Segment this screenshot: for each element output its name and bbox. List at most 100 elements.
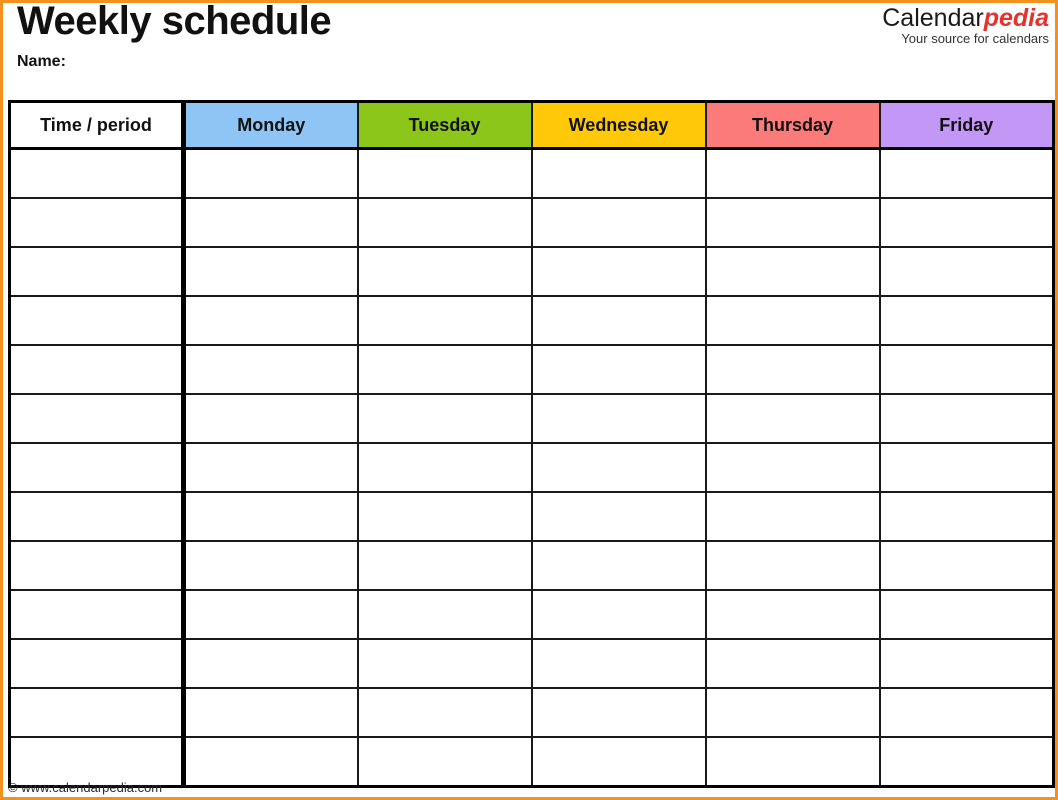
schedule-cell-tuesday[interactable]: [356, 197, 533, 248]
schedule-cell-tuesday[interactable]: [356, 295, 533, 346]
schedule-cell-tuesday[interactable]: [356, 246, 533, 297]
schedule-cell-thursday[interactable]: [704, 589, 881, 640]
schedule-cell-friday[interactable]: [878, 246, 1055, 297]
schedule-cell-tuesday[interactable]: [356, 442, 533, 493]
schedule-cell-monday[interactable]: [182, 147, 359, 199]
schedule-cell-monday[interactable]: [182, 344, 359, 395]
schedule-cell-wednesday[interactable]: [530, 393, 707, 444]
schedule-cell-wednesday[interactable]: [530, 295, 707, 346]
weekly-schedule-page: Weekly schedule Name: Calendarpedia Your…: [0, 0, 1058, 800]
schedule-cell-monday[interactable]: [182, 491, 359, 542]
time-period-cell[interactable]: [8, 687, 186, 738]
schedule-cell-tuesday[interactable]: [356, 589, 533, 640]
schedule-cell-tuesday[interactable]: [356, 540, 533, 591]
schedule-cell-monday[interactable]: [182, 442, 359, 493]
time-period-cell[interactable]: [8, 393, 186, 444]
schedule-cell-friday[interactable]: [878, 295, 1055, 346]
schedule-cell-tuesday[interactable]: [356, 344, 533, 395]
schedule-cell-thursday[interactable]: [704, 295, 881, 346]
schedule-cell-monday[interactable]: [182, 393, 359, 444]
schedule-cell-wednesday[interactable]: [530, 638, 707, 689]
schedule-cell-thursday[interactable]: [704, 344, 881, 395]
time-period-cell[interactable]: [8, 344, 186, 395]
schedule-cell-friday[interactable]: [878, 540, 1055, 591]
schedule-cell-monday[interactable]: [182, 638, 359, 689]
schedule-cell-friday[interactable]: [878, 736, 1055, 788]
schedule-cell-tuesday[interactable]: [356, 736, 533, 788]
schedule-cell-monday[interactable]: [182, 589, 359, 640]
time-period-cell[interactable]: [8, 491, 186, 542]
brand-name-part-one: Calendar: [882, 4, 984, 32]
table-row: [8, 344, 1055, 395]
time-period-cell[interactable]: [8, 589, 186, 640]
schedule-cell-wednesday[interactable]: [530, 491, 707, 542]
schedule-cell-wednesday[interactable]: [530, 197, 707, 248]
schedule-cell-friday[interactable]: [878, 147, 1055, 199]
table-body: [8, 147, 1055, 788]
column-header-friday: Friday: [878, 100, 1055, 150]
schedule-table-container: Time / period Monday Tuesday Wednesday T…: [8, 100, 1055, 788]
table-row: [8, 687, 1055, 738]
schedule-cell-thursday[interactable]: [704, 540, 881, 591]
schedule-cell-wednesday[interactable]: [530, 147, 707, 199]
schedule-cell-thursday[interactable]: [704, 246, 881, 297]
schedule-cell-friday[interactable]: [878, 491, 1055, 542]
schedule-cell-thursday[interactable]: [704, 393, 881, 444]
table-row: [8, 295, 1055, 346]
schedule-cell-wednesday[interactable]: [530, 442, 707, 493]
column-header-tuesday: Tuesday: [356, 100, 533, 150]
column-header-thursday: Thursday: [704, 100, 881, 150]
table-row: [8, 491, 1055, 542]
schedule-cell-wednesday[interactable]: [530, 589, 707, 640]
table-header-row: Time / period Monday Tuesday Wednesday T…: [8, 100, 1055, 150]
name-label: Name:: [17, 53, 66, 70]
schedule-cell-tuesday[interactable]: [356, 491, 533, 542]
schedule-cell-friday[interactable]: [878, 589, 1055, 640]
table-row: [8, 638, 1055, 689]
schedule-cell-friday[interactable]: [878, 687, 1055, 738]
schedule-cell-tuesday[interactable]: [356, 393, 533, 444]
schedule-cell-monday[interactable]: [182, 295, 359, 346]
schedule-cell-wednesday[interactable]: [530, 687, 707, 738]
schedule-cell-friday[interactable]: [878, 638, 1055, 689]
schedule-cell-wednesday[interactable]: [530, 540, 707, 591]
schedule-cell-wednesday[interactable]: [530, 736, 707, 788]
footer-copyright: © www.calendarpedia.com: [8, 780, 162, 795]
schedule-cell-friday[interactable]: [878, 344, 1055, 395]
schedule-cell-friday[interactable]: [878, 393, 1055, 444]
brand-name-part-two: pedia: [983, 4, 1049, 32]
schedule-cell-wednesday[interactable]: [530, 344, 707, 395]
time-period-cell[interactable]: [8, 540, 186, 591]
time-period-cell[interactable]: [8, 442, 186, 493]
schedule-cell-friday[interactable]: [878, 442, 1055, 493]
schedule-cell-monday[interactable]: [182, 540, 359, 591]
schedule-cell-thursday[interactable]: [704, 147, 881, 199]
column-header-wednesday: Wednesday: [530, 100, 707, 150]
time-period-cell[interactable]: [8, 295, 186, 346]
schedule-cell-tuesday[interactable]: [356, 687, 533, 738]
time-period-cell[interactable]: [8, 147, 186, 199]
calendarpedia-logo: Calendarpedia Your source for calendars: [882, 5, 1049, 46]
schedule-cell-thursday[interactable]: [704, 197, 881, 248]
time-period-cell[interactable]: [8, 197, 186, 248]
schedule-cell-thursday[interactable]: [704, 491, 881, 542]
time-period-cell[interactable]: [8, 246, 186, 297]
schedule-cell-tuesday[interactable]: [356, 147, 533, 199]
schedule-cell-wednesday[interactable]: [530, 246, 707, 297]
schedule-cell-thursday[interactable]: [704, 638, 881, 689]
schedule-cell-tuesday[interactable]: [356, 638, 533, 689]
schedule-cell-thursday[interactable]: [704, 736, 881, 788]
table-row: [8, 540, 1055, 591]
schedule-cell-monday[interactable]: [182, 687, 359, 738]
schedule-cell-monday[interactable]: [182, 246, 359, 297]
table-row: [8, 197, 1055, 248]
schedule-cell-thursday[interactable]: [704, 442, 881, 493]
time-period-cell[interactable]: [8, 638, 186, 689]
weekly-schedule-table: Time / period Monday Tuesday Wednesday T…: [8, 100, 1055, 788]
schedule-cell-friday[interactable]: [878, 197, 1055, 248]
schedule-cell-monday[interactable]: [182, 736, 359, 788]
footer-url: www.calendarpedia.com: [21, 780, 163, 795]
schedule-cell-monday[interactable]: [182, 197, 359, 248]
table-row: [8, 393, 1055, 444]
schedule-cell-thursday[interactable]: [704, 687, 881, 738]
